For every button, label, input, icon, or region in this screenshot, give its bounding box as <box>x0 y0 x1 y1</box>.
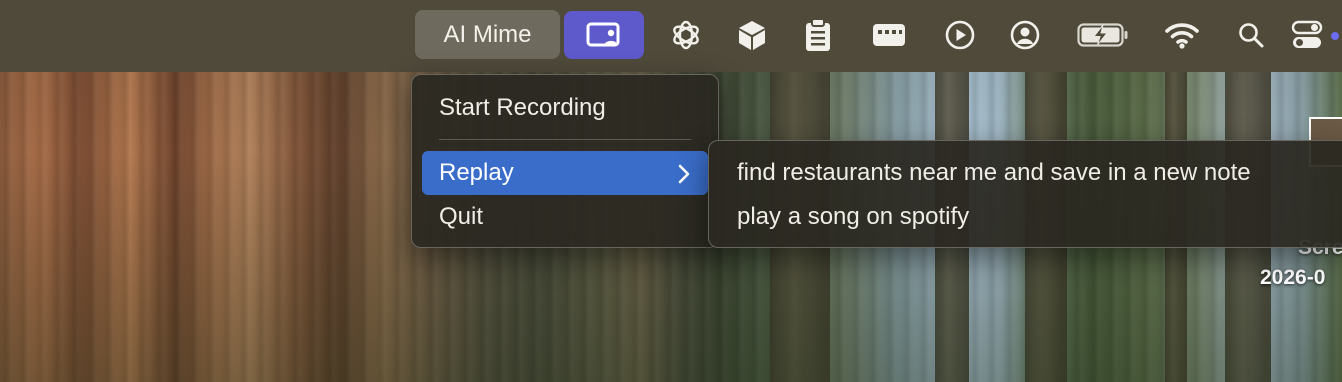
play-icon[interactable] <box>938 13 982 57</box>
replay-submenu: find restaurants near me and save in a n… <box>708 140 1342 248</box>
chatgpt-icon[interactable] <box>664 13 708 57</box>
search-icon[interactable] <box>1229 13 1273 57</box>
recording-indicator-dot <box>1331 32 1339 40</box>
submenu-item-label: play a song on spotify <box>737 203 970 230</box>
app-menu-title[interactable]: AI Mime <box>415 10 560 59</box>
menu-item-label: Quit <box>439 203 484 230</box>
menu-bar: AI Mime <box>0 0 1342 72</box>
menu-separator <box>439 139 691 140</box>
clipboard-icon[interactable] <box>796 13 840 57</box>
menu-item-label: Start Recording <box>439 94 606 121</box>
submenu-item-replay-session[interactable]: play a song on spotify <box>719 195 1342 239</box>
cube-icon[interactable] <box>730 13 774 57</box>
menu-item-replay[interactable]: Replay <box>422 151 708 195</box>
ai-mime-dropdown-menu: Start Recording Replay Quit <box>411 74 719 248</box>
menu-item-label: Replay <box>439 159 514 186</box>
desktop-file-date: 2026-0 <box>1260 266 1326 289</box>
menu-item-quit[interactable]: Quit <box>422 195 708 239</box>
wifi-icon[interactable] <box>1160 13 1204 57</box>
battery-charging-icon[interactable] <box>1076 13 1130 57</box>
keyboard-icon[interactable] <box>867 13 911 57</box>
control-center-icon[interactable] <box>1285 13 1329 57</box>
submenu-item-replay-session[interactable]: find restaurants near me and save in a n… <box>719 151 1342 195</box>
chevron-right-icon <box>678 163 690 191</box>
menu-item-start-recording[interactable]: Start Recording <box>422 86 708 130</box>
ai-mime-app-icon[interactable] <box>564 11 644 59</box>
user-account-icon[interactable] <box>1003 13 1047 57</box>
submenu-item-label: find restaurants near me and save in a n… <box>737 159 1251 186</box>
